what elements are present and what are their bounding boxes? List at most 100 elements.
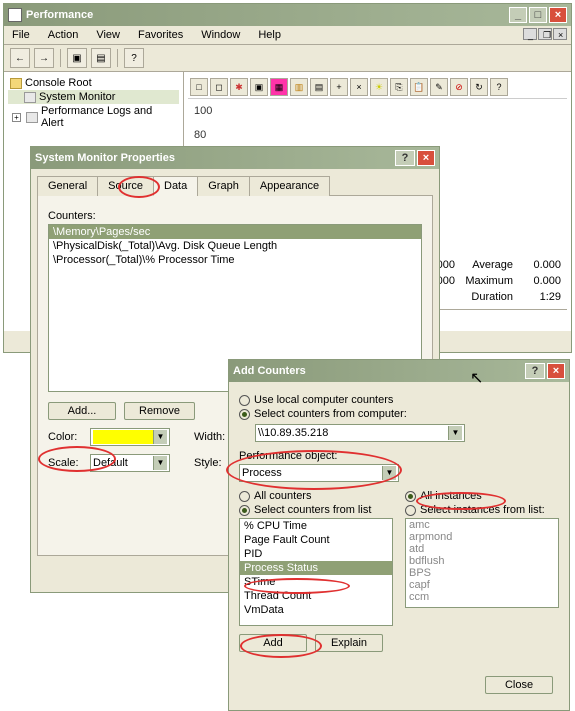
add-icon[interactable]: + bbox=[330, 78, 348, 96]
props-title: System Monitor Properties bbox=[35, 152, 393, 164]
nav-back-button[interactable]: ← bbox=[10, 48, 30, 68]
help-chart-icon[interactable]: ? bbox=[490, 78, 508, 96]
stat-average-val: 0.000 bbox=[521, 259, 561, 271]
nav-forward-button[interactable]: → bbox=[34, 48, 54, 68]
mdi-close[interactable]: × bbox=[553, 28, 567, 40]
tree-item-label: Performance Logs and Alert bbox=[41, 105, 177, 129]
counter-item[interactable]: % CPU Time bbox=[240, 519, 392, 533]
counter-item[interactable]: \Memory\Pages/sec bbox=[49, 225, 421, 239]
tree-root[interactable]: Console Root bbox=[8, 76, 179, 90]
mdi-minimize[interactable]: _ bbox=[523, 28, 537, 40]
counter-item-selected[interactable]: Process Status bbox=[240, 561, 392, 575]
new-window-button[interactable]: ▤ bbox=[91, 48, 111, 68]
paste-icon[interactable]: 📋 bbox=[410, 78, 428, 96]
radio-use-local[interactable]: Use local computer counters bbox=[239, 394, 559, 406]
show-tree-button[interactable]: ▣ bbox=[67, 48, 87, 68]
properties-icon[interactable]: ✎ bbox=[430, 78, 448, 96]
copy-icon[interactable]: ⎘ bbox=[390, 78, 408, 96]
addc-help-button[interactable]: ? bbox=[525, 363, 545, 379]
tree-item-system-monitor[interactable]: System Monitor bbox=[8, 90, 179, 104]
stat-duration-label: Duration bbox=[463, 291, 513, 303]
menu-view[interactable]: View bbox=[92, 28, 124, 42]
computer-combo[interactable]: \\10.89.35.218 ▼ bbox=[255, 424, 465, 442]
minimize-button[interactable]: _ bbox=[509, 7, 527, 23]
color-combo[interactable]: ▼ bbox=[90, 428, 170, 446]
menu-favorites[interactable]: Favorites bbox=[134, 28, 187, 42]
radio-label: Select counters from list bbox=[254, 504, 371, 516]
tree-item-perflogs[interactable]: + Performance Logs and Alert bbox=[8, 104, 179, 130]
tree-item-label: System Monitor bbox=[39, 91, 115, 103]
remove-button[interactable]: Remove bbox=[124, 402, 195, 420]
radio-icon bbox=[239, 409, 250, 420]
counter-item[interactable]: STime bbox=[240, 575, 392, 589]
radio-all-instances[interactable]: All instances bbox=[405, 490, 559, 502]
menu-help[interactable]: Help bbox=[254, 28, 285, 42]
chevron-down-icon[interactable]: ▼ bbox=[153, 456, 167, 470]
update-icon[interactable]: ↻ bbox=[470, 78, 488, 96]
addc-close-button[interactable]: × bbox=[547, 363, 565, 379]
view-report-icon[interactable]: ▤ bbox=[310, 78, 328, 96]
tab-data[interactable]: Data bbox=[153, 176, 198, 196]
counter-item[interactable]: PID bbox=[240, 547, 392, 561]
props-close-button[interactable]: × bbox=[417, 150, 435, 166]
radio-select-instances[interactable]: Select instances from list: bbox=[405, 504, 559, 516]
logs-icon bbox=[26, 112, 38, 123]
y-label-80: 80 bbox=[194, 129, 561, 141]
help-icon[interactable]: ? bbox=[124, 48, 144, 68]
add-button[interactable]: Add... bbox=[48, 402, 116, 420]
radio-all-counters[interactable]: All counters bbox=[239, 490, 393, 502]
tab-general[interactable]: General bbox=[37, 176, 98, 196]
expander-icon[interactable]: + bbox=[12, 113, 21, 122]
instance-item: bdflush bbox=[406, 555, 558, 567]
chevron-down-icon[interactable]: ▼ bbox=[448, 426, 462, 440]
counter-item[interactable]: Page Fault Count bbox=[240, 533, 392, 547]
radio-icon bbox=[239, 491, 250, 502]
close-button[interactable]: Close bbox=[485, 676, 553, 694]
counter-item[interactable]: \Processor(_Total)\% Processor Time bbox=[49, 253, 421, 267]
props-help-button[interactable]: ? bbox=[395, 150, 415, 166]
monitor-icon bbox=[24, 92, 36, 103]
view-graph-icon[interactable]: ▦ bbox=[270, 78, 288, 96]
clear-display-icon[interactable]: ◻ bbox=[210, 78, 228, 96]
main-toolbar: ← → ▣ ▤ ? bbox=[4, 45, 571, 72]
mdi-restore[interactable]: ❐ bbox=[538, 28, 552, 40]
counter-item[interactable]: VmData bbox=[240, 603, 392, 617]
radio-icon bbox=[239, 505, 250, 516]
chevron-down-icon[interactable]: ▼ bbox=[153, 430, 167, 444]
menu-window[interactable]: Window bbox=[197, 28, 244, 42]
maximize-button[interactable]: □ bbox=[529, 7, 547, 23]
radio-select-computer[interactable]: Select counters from computer: bbox=[239, 408, 559, 420]
new-counter-set-icon[interactable]: □ bbox=[190, 78, 208, 96]
close-button[interactable]: × bbox=[549, 7, 567, 23]
tab-graph[interactable]: Graph bbox=[197, 176, 250, 196]
radio-select-counters[interactable]: Select counters from list bbox=[239, 504, 393, 516]
radio-label: Use local computer counters bbox=[254, 394, 393, 406]
highlight-icon[interactable]: ☀ bbox=[370, 78, 388, 96]
add-counters-dialog: Add Counters ? × Use local computer coun… bbox=[228, 359, 570, 711]
instances-listbox: amc arpmond atd bdflush BPS capf ccm bbox=[405, 518, 559, 608]
props-tabs: General Source Data Graph Appearance bbox=[37, 175, 433, 196]
perfobj-combo[interactable]: Process ▼ bbox=[239, 464, 399, 482]
stat-maximum-val: 0.000 bbox=[521, 275, 561, 287]
chevron-down-icon[interactable]: ▼ bbox=[382, 466, 396, 480]
scale-combo[interactable]: Default ▼ bbox=[90, 454, 170, 472]
view-current-icon[interactable]: ✱ bbox=[230, 78, 248, 96]
props-titlebar: System Monitor Properties ? × bbox=[31, 147, 439, 169]
addc-add-button[interactable]: Add bbox=[239, 634, 307, 652]
folder-icon bbox=[10, 78, 22, 89]
menu-action[interactable]: Action bbox=[44, 28, 83, 42]
delete-icon[interactable]: × bbox=[350, 78, 368, 96]
counter-item[interactable]: Thread Count bbox=[240, 589, 392, 603]
counter-item[interactable]: \PhysicalDisk(_Total)\Avg. Disk Queue Le… bbox=[49, 239, 421, 253]
radio-icon bbox=[405, 491, 416, 502]
scale-label: Scale: bbox=[48, 457, 84, 469]
explain-button[interactable]: Explain bbox=[315, 634, 383, 652]
tab-appearance[interactable]: Appearance bbox=[249, 176, 330, 196]
counter-listbox[interactable]: % CPU Time Page Fault Count PID Process … bbox=[239, 518, 393, 626]
view-log-icon[interactable]: ▣ bbox=[250, 78, 268, 96]
freeze-icon[interactable]: ⊘ bbox=[450, 78, 468, 96]
tab-source[interactable]: Source bbox=[97, 176, 154, 196]
instance-item: BPS bbox=[406, 567, 558, 579]
view-histogram-icon[interactable]: ▥ bbox=[290, 78, 308, 96]
menu-file[interactable]: File bbox=[8, 28, 34, 42]
